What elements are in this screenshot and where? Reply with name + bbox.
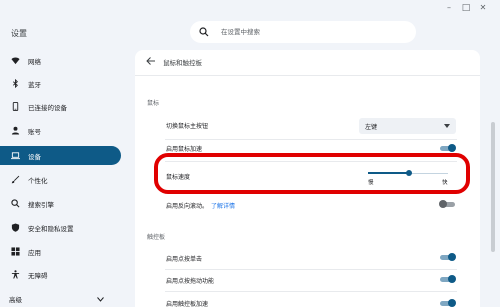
toggle-knob	[448, 144, 456, 152]
sidebar: 网络 蓝牙 已连接的设备 账号 设备 个性化 搜索引擎 安全和隐私设置 应用 无…	[0, 50, 135, 307]
sidebar-item-label: 搜索引擎	[28, 201, 54, 209]
sidebar-item-apps[interactable]: 应用	[0, 242, 121, 261]
primary-button-label: 切换鼠标主按钮	[166, 123, 209, 130]
title-bar: 设置 – □ ✕	[0, 0, 500, 50]
mouse-acceleration-label: 启用鼠标加速	[166, 146, 203, 153]
sidebar-item-label: 蓝牙	[28, 81, 41, 89]
toggle-knob	[448, 299, 456, 307]
learn-more-link[interactable]: 了解详情	[211, 203, 235, 210]
sidebar-item-label: 网络	[28, 58, 41, 66]
wifi-icon	[11, 57, 20, 65]
sidebar-item-security-privacy[interactable]: 安全和隐私设置	[0, 218, 121, 237]
advanced-label: 高级	[9, 296, 22, 304]
divider	[135, 75, 480, 76]
reverse-scroll-toggle[interactable]	[439, 200, 456, 209]
mouse-acceleration-toggle[interactable]	[439, 144, 456, 153]
highlight-annotation	[154, 153, 470, 194]
shield-icon	[11, 223, 20, 232]
brush-icon	[11, 175, 20, 184]
sidebar-item-label: 安全和隐私设置	[28, 225, 74, 233]
touchpad-acceleration-label: 启用触控板加速	[166, 301, 209, 307]
minimize-button[interactable]: –	[443, 3, 455, 12]
row-divider	[165, 291, 457, 292]
primary-button-value: 左键	[365, 123, 378, 131]
section-title-mouse: 鼠标	[147, 100, 160, 107]
dropdown-arrow-icon	[444, 124, 450, 128]
sidebar-item-label: 个性化	[28, 177, 48, 185]
laptop-icon	[11, 152, 20, 160]
tap-drag-toggle[interactable]	[439, 275, 456, 284]
sidebar-item-accessibility[interactable]: 无障碍	[0, 265, 121, 284]
primary-button-select[interactable]: 左键	[359, 118, 456, 134]
sidebar-item-bluetooth[interactable]: 蓝牙	[0, 74, 121, 93]
search-icon	[11, 199, 20, 208]
row-divider	[165, 139, 457, 140]
search-input[interactable]	[221, 28, 401, 36]
phone-icon	[12, 102, 19, 111]
tap-drag-label: 启用点按拖动功能	[166, 278, 215, 285]
tap-to-click-toggle[interactable]	[439, 253, 456, 262]
bluetooth-icon	[12, 79, 18, 88]
sidebar-item-device[interactable]: 设备	[0, 146, 121, 165]
toggle-knob	[448, 275, 456, 283]
search-icon	[199, 27, 209, 37]
sidebar-item-label: 应用	[28, 249, 41, 257]
person-icon	[11, 126, 20, 135]
maximize-button[interactable]: □	[460, 3, 472, 13]
tap-to-click-label: 启用点按单击	[166, 256, 203, 263]
sidebar-item-personalization[interactable]: 个性化	[0, 170, 121, 189]
apps-icon	[11, 247, 20, 256]
sidebar-item-search-engine[interactable]: 搜索引擎	[0, 194, 121, 213]
page-title: 鼠标和触控板	[163, 59, 202, 67]
scrollbar-thumb[interactable]	[491, 122, 495, 252]
reverse-scroll-row: 启用反向滚动。 了解详情	[166, 201, 235, 210]
sidebar-item-label: 设备	[28, 153, 41, 161]
section-title-touchpad: 触控板	[147, 234, 166, 241]
toggle-knob	[439, 200, 447, 208]
reverse-scroll-label: 启用反向滚动。	[166, 203, 209, 210]
app-title: 设置	[11, 29, 27, 38]
back-arrow-icon[interactable]	[146, 56, 156, 66]
chevron-down-icon	[97, 296, 104, 302]
sidebar-item-accounts[interactable]: 账号	[0, 121, 121, 140]
sidebar-item-label: 已连接的设备	[28, 104, 67, 112]
toggle-knob	[448, 253, 456, 261]
sidebar-item-connected-devices[interactable]: 已连接的设备	[0, 97, 121, 116]
search-box[interactable]	[190, 21, 416, 43]
advanced-toggle[interactable]: 高级	[9, 294, 104, 304]
row-divider	[165, 269, 457, 270]
sidebar-item-network[interactable]: 网络	[0, 51, 121, 70]
touchpad-acceleration-toggle[interactable]	[439, 299, 456, 307]
sidebar-item-label: 无障碍	[28, 272, 48, 280]
sidebar-item-label: 账号	[28, 128, 41, 136]
close-button[interactable]: ✕	[477, 3, 489, 12]
accessibility-icon	[11, 270, 20, 279]
